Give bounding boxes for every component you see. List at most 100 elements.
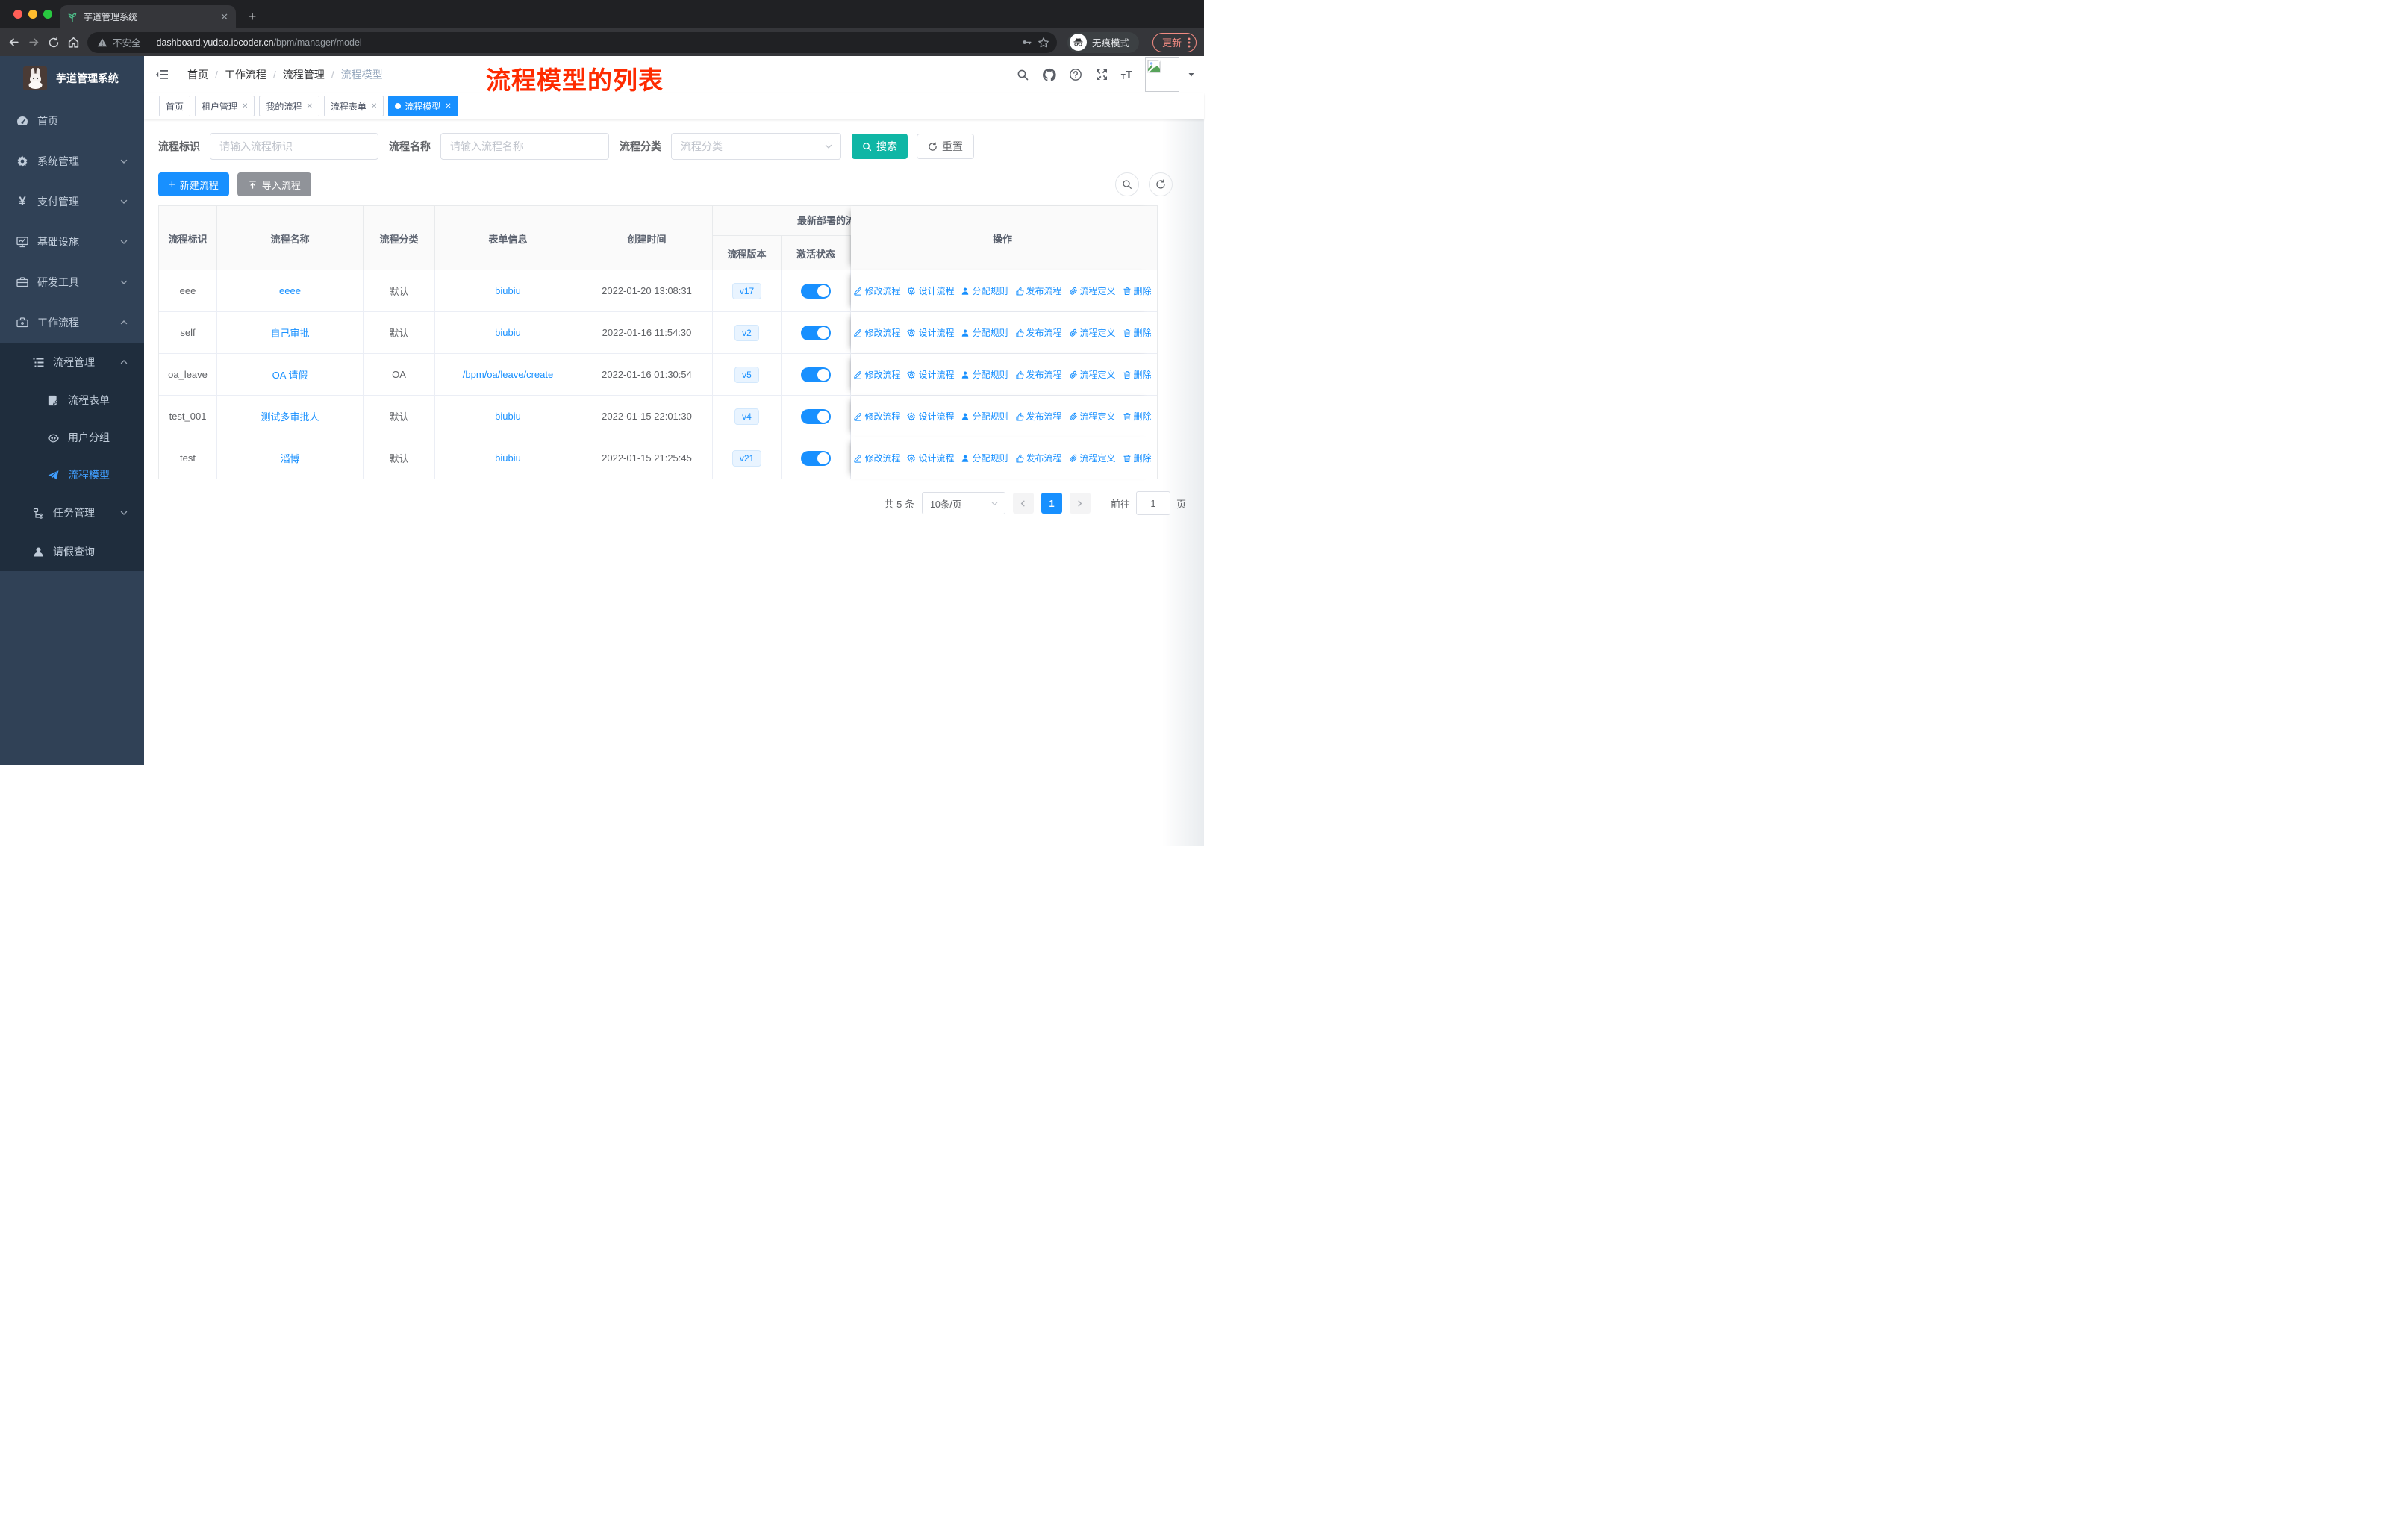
security-warning-icon[interactable] (97, 37, 107, 48)
tag-close-icon[interactable]: ✕ (242, 102, 248, 110)
model-name-link[interactable]: OA 请假 (272, 367, 308, 382)
process-definition-link[interactable]: 流程定义 (1069, 452, 1116, 464)
goto-page-input[interactable] (1135, 491, 1170, 515)
model-name-link[interactable]: 自己审批 (270, 326, 309, 340)
tag-close-icon[interactable]: ✕ (445, 102, 451, 110)
sidebar-fold-icon[interactable] (155, 68, 169, 81)
sidebar-item-workflow[interactable]: 工作流程 (0, 302, 144, 343)
sidebar-item-process-form[interactable]: 流程表单 (0, 382, 144, 419)
import-process-button[interactable]: 导入流程 (237, 172, 311, 196)
category-select[interactable]: 流程分类 (671, 133, 841, 160)
home-icon[interactable] (67, 36, 80, 49)
design-process-link[interactable]: 设计流程 (907, 368, 954, 381)
design-process-link[interactable]: 设计流程 (907, 326, 954, 339)
tag-my-process[interactable]: 我的流程 ✕ (259, 96, 319, 116)
fullscreen-icon[interactable] (1095, 68, 1108, 81)
tag-close-icon[interactable]: ✕ (306, 102, 312, 110)
process-name-input[interactable] (440, 133, 609, 160)
password-key-icon[interactable] (1021, 37, 1032, 48)
delete-link[interactable]: 删除 (1123, 368, 1152, 381)
prev-page-button[interactable] (1012, 493, 1034, 514)
sidebar-item-home[interactable]: 首页 (0, 101, 144, 141)
active-toggle[interactable] (801, 408, 831, 424)
assign-rule-link[interactable]: 分配规则 (961, 452, 1008, 464)
publish-process-link[interactable]: 发布流程 (1015, 368, 1062, 381)
active-toggle[interactable] (801, 283, 831, 299)
bookmark-star-icon[interactable] (1038, 37, 1049, 49)
sidebar-item-infra[interactable]: 基础设施 (0, 222, 144, 262)
refresh-table-button[interactable] (1149, 172, 1173, 196)
assign-rule-link[interactable]: 分配规则 (961, 410, 1008, 423)
help-icon[interactable] (1069, 68, 1082, 81)
sidebar-item-devtools[interactable]: 研发工具 (0, 262, 144, 302)
design-process-link[interactable]: 设计流程 (907, 284, 954, 297)
model-name-link[interactable]: 滔博 (280, 451, 299, 465)
delete-link[interactable]: 删除 (1123, 326, 1152, 339)
publish-process-link[interactable]: 发布流程 (1015, 326, 1062, 339)
form-info-link[interactable]: biubiu (495, 285, 521, 296)
sidebar-item-process-mgmt[interactable]: 流程管理 (0, 343, 144, 382)
sidebar-item-task-mgmt[interactable]: 任务管理 (0, 493, 144, 532)
breadcrumb-workflow[interactable]: 工作流程 (225, 67, 266, 82)
header-search-icon[interactable] (1016, 68, 1029, 81)
delete-link[interactable]: 删除 (1123, 452, 1152, 464)
tag-tenant[interactable]: 租户管理 ✕ (195, 96, 255, 116)
browser-tab[interactable]: 芋道管理系统 ✕ (60, 5, 236, 28)
assign-rule-link[interactable]: 分配规则 (961, 326, 1008, 339)
avatar[interactable] (1145, 57, 1179, 92)
design-process-link[interactable]: 设计流程 (907, 452, 954, 464)
edit-process-link[interactable]: 修改流程 (853, 284, 900, 297)
publish-process-link[interactable]: 发布流程 (1015, 284, 1062, 297)
tag-close-icon[interactable]: ✕ (371, 102, 377, 110)
edit-process-link[interactable]: 修改流程 (853, 368, 900, 381)
form-info-link[interactable]: biubiu (495, 411, 521, 422)
window-minimize-button[interactable] (28, 10, 37, 19)
sidebar-item-user-group[interactable]: 用户分组 (0, 419, 144, 456)
github-icon[interactable] (1042, 68, 1056, 82)
sidebar-item-pay[interactable]: ¥ 支付管理 (0, 181, 144, 222)
edit-process-link[interactable]: 修改流程 (853, 452, 900, 464)
forward-icon[interactable] (28, 36, 40, 49)
publish-process-link[interactable]: 发布流程 (1015, 410, 1062, 423)
model-name-link[interactable]: 测试多审批人 (261, 409, 319, 423)
process-definition-link[interactable]: 流程定义 (1069, 284, 1116, 297)
assign-rule-link[interactable]: 分配规则 (961, 368, 1008, 381)
tag-process-form[interactable]: 流程表单 ✕ (323, 96, 384, 116)
back-icon[interactable] (7, 36, 20, 49)
reload-icon[interactable] (48, 37, 60, 49)
process-definition-link[interactable]: 流程定义 (1069, 410, 1116, 423)
model-name-link[interactable]: eeee (279, 285, 301, 296)
page-number-button[interactable]: 1 (1041, 493, 1062, 514)
assign-rule-link[interactable]: 分配规则 (961, 284, 1008, 297)
window-close-button[interactable] (13, 10, 22, 19)
url-bar[interactable]: 不安全 dashboard.yudao.iocoder.cn/bpm/manag… (87, 31, 1057, 53)
page-size-select[interactable]: 10条/页 (921, 492, 1005, 514)
sidebar-item-system[interactable]: 系统管理 (0, 141, 144, 181)
active-toggle[interactable] (801, 325, 831, 340)
next-page-button[interactable] (1069, 493, 1091, 514)
edit-process-link[interactable]: 修改流程 (853, 410, 900, 423)
sidebar-item-process-model[interactable]: 流程模型 (0, 456, 144, 493)
font-size-icon[interactable]: TT (1121, 69, 1132, 81)
form-info-link[interactable]: /bpm/oa/leave/create (463, 369, 553, 380)
design-process-link[interactable]: 设计流程 (907, 410, 954, 423)
search-button[interactable]: 搜索 (852, 134, 908, 159)
breadcrumb-home[interactable]: 首页 (187, 67, 208, 82)
breadcrumb-process-mgmt[interactable]: 流程管理 (283, 67, 325, 82)
active-toggle[interactable] (801, 367, 831, 382)
reset-button[interactable]: 重置 (917, 134, 974, 159)
delete-link[interactable]: 删除 (1123, 410, 1152, 423)
avatar-caret-icon[interactable] (1188, 71, 1195, 78)
new-tab-button[interactable]: + (242, 6, 263, 27)
delete-link[interactable]: 删除 (1123, 284, 1152, 297)
show-search-icon-button[interactable] (1115, 172, 1139, 196)
tab-close-icon[interactable]: ✕ (220, 11, 228, 23)
tag-home[interactable]: 首页 (159, 96, 191, 116)
active-toggle[interactable] (801, 450, 831, 466)
form-info-link[interactable]: biubiu (495, 452, 521, 464)
update-button[interactable]: 更新 (1152, 32, 1197, 52)
form-info-link[interactable]: biubiu (495, 327, 521, 338)
process-key-input[interactable] (210, 133, 378, 160)
process-definition-link[interactable]: 流程定义 (1069, 368, 1116, 381)
tag-process-model[interactable]: 流程模型 ✕ (388, 96, 458, 116)
